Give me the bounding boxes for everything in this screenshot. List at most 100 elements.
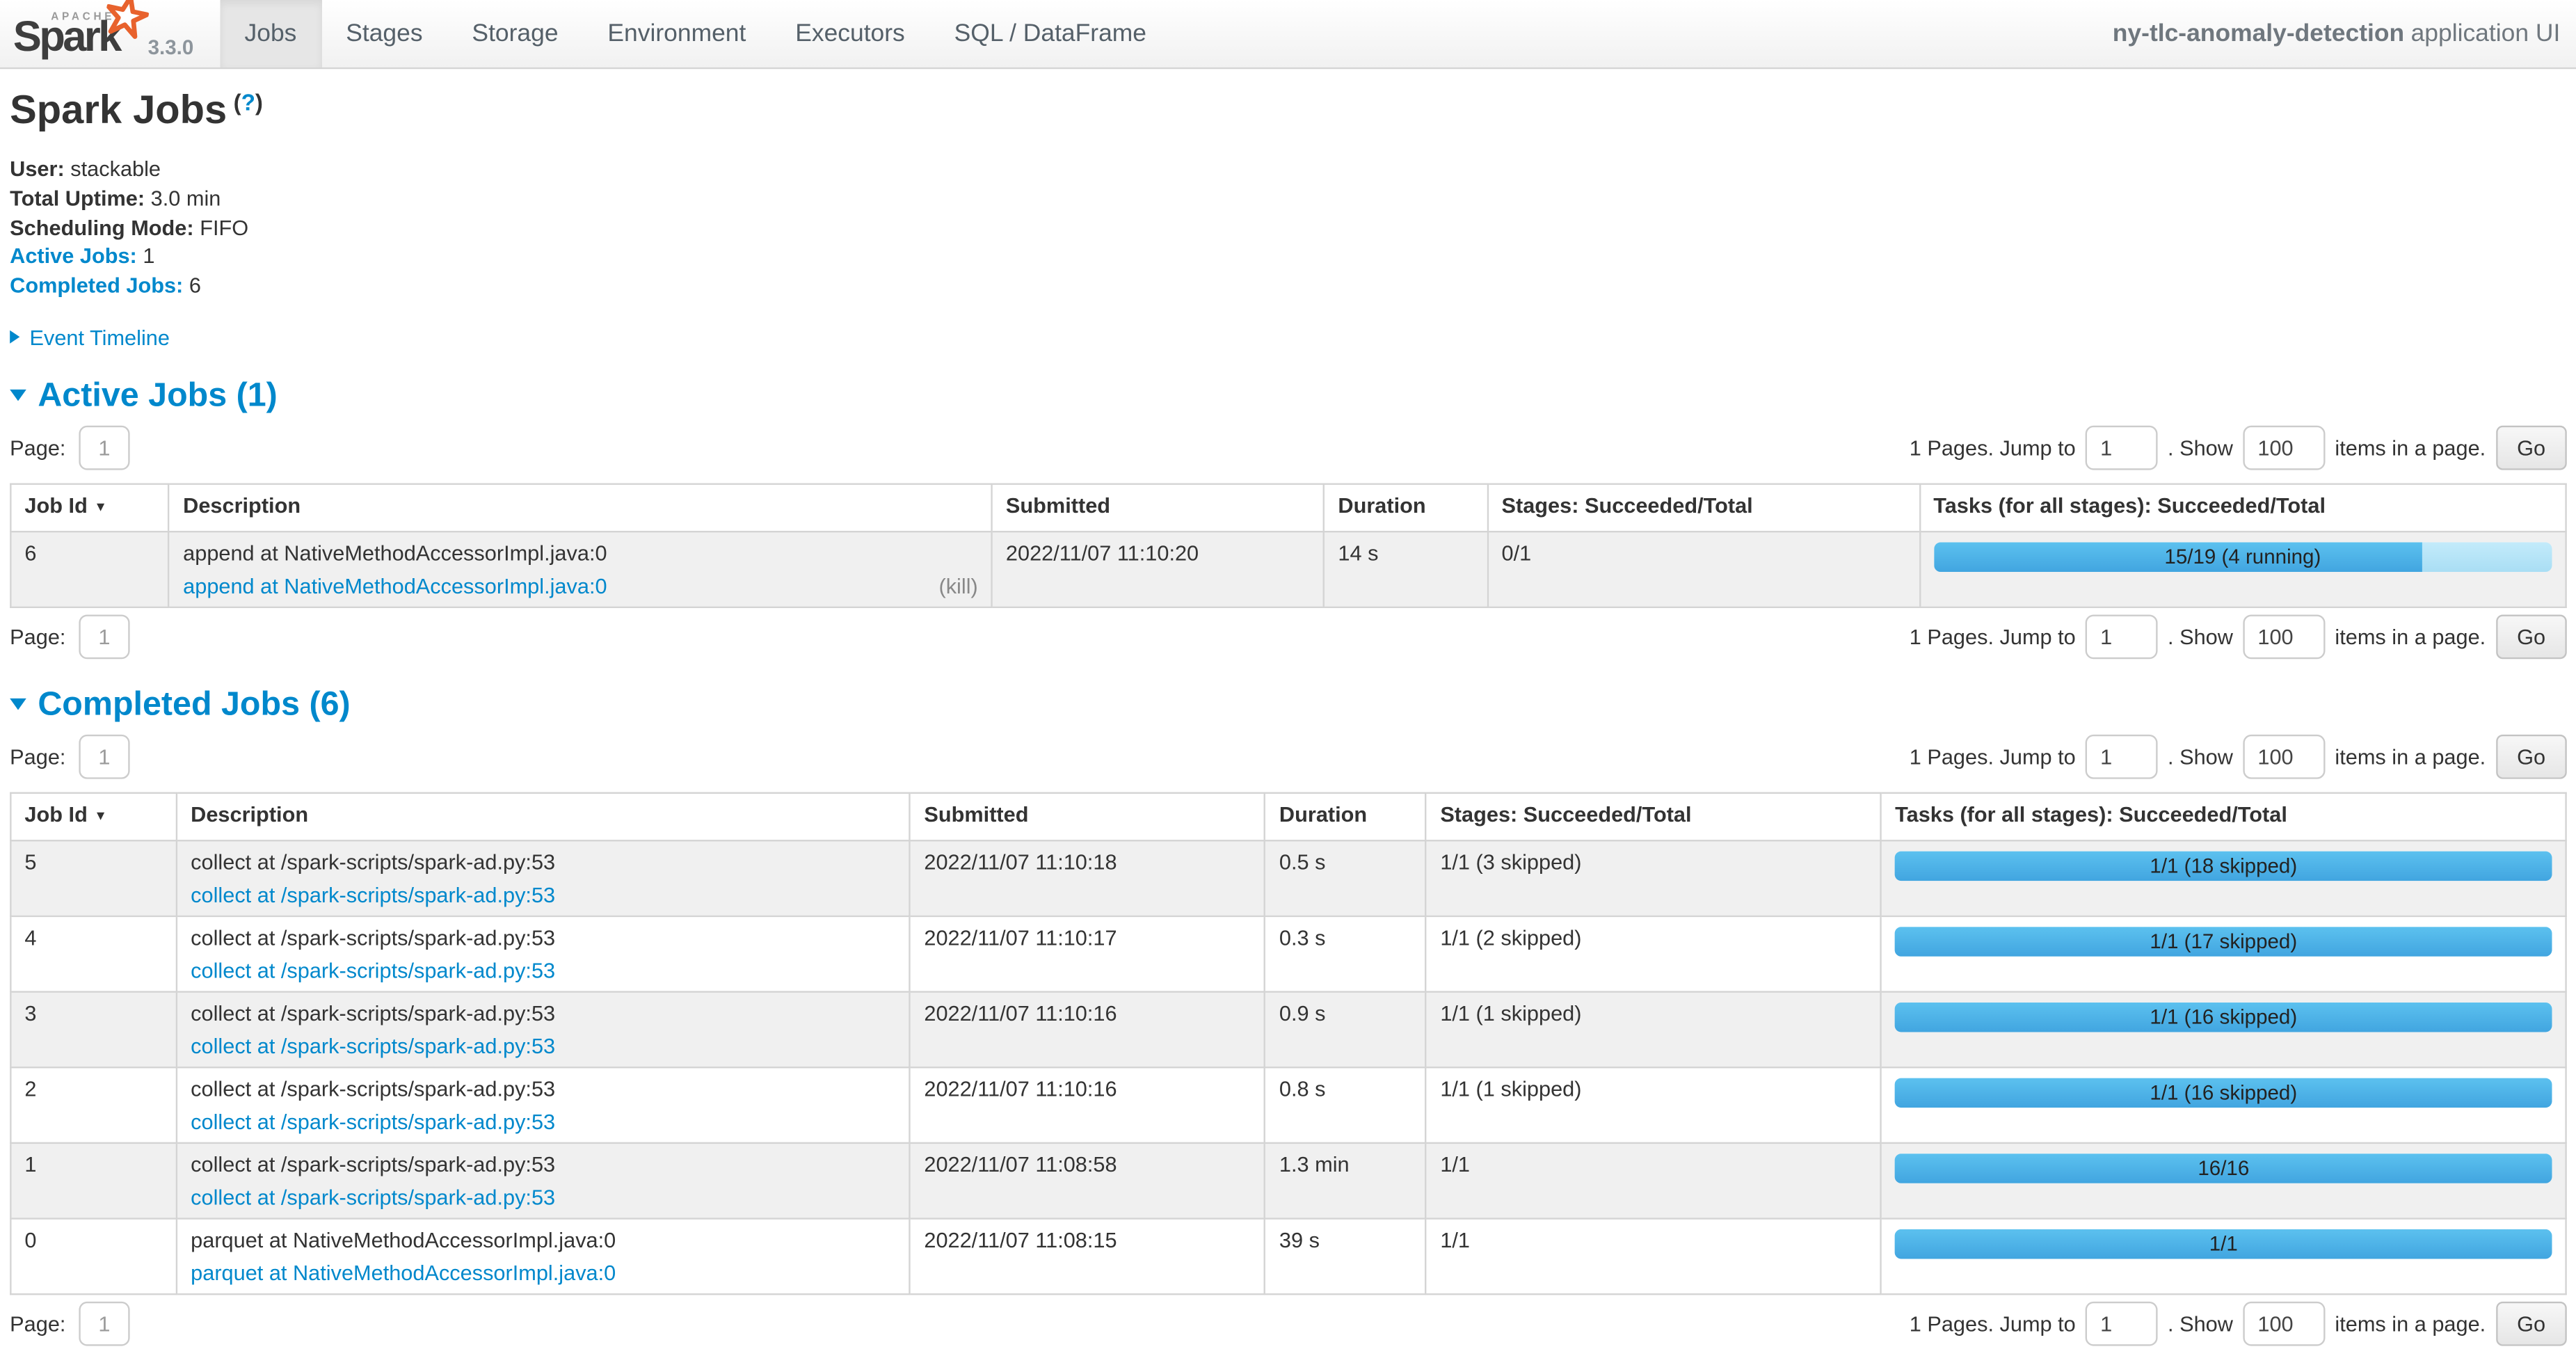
items-per-page-input[interactable]	[2243, 735, 2325, 779]
col-stages[interactable]: Stages: Succeeded/Total	[1487, 484, 1919, 532]
show-text: . Show	[2168, 744, 2233, 769]
job-detail-link[interactable]: collect at /spark-scripts/spark-ad.py:53	[191, 1109, 555, 1133]
active-jobs-section-header[interactable]: Active Jobs (1)	[10, 376, 2567, 416]
submitted-cell: 2022/11/07 11:10:16	[910, 992, 1265, 1068]
description-cell: collect at /spark-scripts/spark-ad.py:53…	[177, 992, 910, 1068]
active-jobs-link[interactable]: Active Jobs:	[10, 244, 137, 269]
kill-link[interactable]: (kill)	[938, 573, 977, 598]
application-name: ny-tlc-anomaly-detection	[2113, 19, 2404, 47]
page-number-input[interactable]	[79, 1302, 129, 1346]
completed-jobs-line: Completed Jobs: 6	[10, 271, 2567, 301]
col-job-id[interactable]: Job Id▼	[10, 793, 177, 841]
go-button[interactable]: Go	[2495, 426, 2566, 470]
duration-cell: 0.9 s	[1265, 992, 1426, 1068]
col-submitted[interactable]: Submitted	[910, 793, 1265, 841]
jump-to-page-input[interactable]	[2086, 426, 2158, 470]
summary-info: User: stackable Total Uptime: 3.0 min Sc…	[10, 154, 2567, 301]
pages-count-text: 1 Pages. Jump to	[1910, 436, 2076, 460]
completed-jobs-link[interactable]: Completed Jobs:	[10, 273, 183, 298]
submitted-cell: 2022/11/07 11:10:18	[910, 840, 1265, 916]
job-detail-link[interactable]: parquet at NativeMethodAccessorImpl.java…	[191, 1261, 616, 1285]
tab-environment[interactable]: Environment	[583, 0, 771, 67]
jump-to-page-input[interactable]	[2086, 735, 2158, 779]
tab-sql-dataframe[interactable]: SQL / DataFrame	[929, 0, 1171, 67]
submitted-cell: 2022/11/07 11:08:58	[910, 1143, 1265, 1219]
go-button[interactable]: Go	[2495, 614, 2566, 659]
table-row: 2 collect at /spark-scripts/spark-ad.py:…	[10, 1067, 2566, 1143]
stages-cell: 1/1	[1426, 1143, 1881, 1219]
jump-to-page-input[interactable]	[2086, 614, 2158, 659]
tab-jobs[interactable]: Jobs	[220, 0, 321, 67]
items-per-page-input[interactable]	[2243, 426, 2325, 470]
event-timeline-toggle[interactable]: Event Timeline	[10, 326, 2567, 350]
job-detail-link[interactable]: collect at /spark-scripts/spark-ad.py:53	[191, 958, 555, 982]
submitted-cell: 2022/11/07 11:10:17	[910, 916, 1265, 992]
go-button[interactable]: Go	[2495, 735, 2566, 779]
page-number-input[interactable]	[79, 735, 129, 779]
description-cell: collect at /spark-scripts/spark-ad.py:53…	[177, 1067, 910, 1143]
items-per-page-input[interactable]	[2243, 1302, 2325, 1346]
job-detail-link[interactable]: collect at /spark-scripts/spark-ad.py:53	[191, 1185, 555, 1209]
completed-jobs-section-header[interactable]: Completed Jobs (6)	[10, 685, 2567, 725]
col-duration[interactable]: Duration	[1265, 793, 1426, 841]
spark-logo[interactable]: APACHE Spark	[0, 0, 141, 67]
description-cell: collect at /spark-scripts/spark-ad.py:53…	[177, 1143, 910, 1219]
job-description: append at NativeMethodAccessorImpl.java:…	[183, 541, 978, 565]
col-description[interactable]: Description	[177, 793, 910, 841]
pagination-controls: 1 Pages. Jump to . Show items in a page.…	[1910, 1302, 2567, 1346]
tasks-cell: 1/1 (16 skipped)	[1881, 992, 2566, 1068]
col-submitted[interactable]: Submitted	[992, 484, 1324, 532]
tab-storage[interactable]: Storage	[447, 0, 583, 67]
duration-cell: 14 s	[1324, 532, 1487, 607]
job-id-cell: 4	[10, 916, 177, 992]
task-progress-bar: 1/1 (16 skipped)	[1895, 1003, 2552, 1032]
page-number-input[interactable]	[79, 614, 129, 659]
progress-label: 1/1 (16 skipped)	[1895, 1003, 2552, 1032]
job-description: collect at /spark-scripts/spark-ad.py:53	[191, 849, 896, 874]
stages-cell: 1/1 (1 skipped)	[1426, 1067, 1881, 1143]
help-question-icon[interactable]: ?	[241, 89, 255, 115]
show-text: . Show	[2168, 436, 2233, 460]
pagination-controls: 1 Pages. Jump to . Show items in a page.…	[1910, 426, 2567, 470]
duration-cell: 0.8 s	[1265, 1067, 1426, 1143]
table-row: 6 append at NativeMethodAccessorImpl.jav…	[10, 532, 2566, 607]
show-text: . Show	[2168, 625, 2233, 649]
pages-count-text: 1 Pages. Jump to	[1910, 1311, 2076, 1336]
col-duration[interactable]: Duration	[1324, 484, 1487, 532]
submitted-cell: 2022/11/07 11:10:16	[910, 1067, 1265, 1143]
help-link: (?)	[234, 89, 263, 115]
tasks-cell: 1/1 (17 skipped)	[1881, 916, 2566, 992]
items-text: items in a page.	[2335, 625, 2486, 649]
job-description: parquet at NativeMethodAccessorImpl.java…	[191, 1228, 896, 1252]
col-job-id[interactable]: Job Id▼	[10, 484, 169, 532]
job-detail-link[interactable]: append at NativeMethodAccessorImpl.java:…	[183, 573, 607, 598]
col-description[interactable]: Description	[169, 484, 992, 532]
tab-stages[interactable]: Stages	[321, 0, 447, 67]
col-tasks[interactable]: Tasks (for all stages): Succeeded/Total	[1881, 793, 2566, 841]
job-detail-link[interactable]: collect at /spark-scripts/spark-ad.py:53	[191, 882, 555, 907]
task-progress-bar: 1/1 (18 skipped)	[1895, 852, 2552, 881]
completed-jobs-table: Job Id▼ Description Submitted Duration S…	[10, 792, 2567, 1295]
description-cell: collect at /spark-scripts/spark-ad.py:53…	[177, 916, 910, 992]
application-title: ny-tlc-anomaly-detectionapplication UI	[2113, 19, 2576, 47]
items-text: items in a page.	[2335, 436, 2486, 460]
page-number-input[interactable]	[79, 426, 129, 470]
col-stages[interactable]: Stages: Succeeded/Total	[1426, 793, 1881, 841]
job-description: collect at /spark-scripts/spark-ad.py:53	[191, 1152, 896, 1176]
active-jobs-table: Job Id▼ Description Submitted Duration S…	[10, 483, 2567, 608]
jump-to-page-input[interactable]	[2086, 1302, 2158, 1346]
tasks-cell: 1/1 (18 skipped)	[1881, 840, 2566, 916]
go-button[interactable]: Go	[2495, 1302, 2566, 1346]
tab-executors[interactable]: Executors	[771, 0, 929, 67]
progress-label: 1/1 (16 skipped)	[1895, 1078, 2552, 1108]
pagination-bar: Page: 1 Pages. Jump to . Show items in a…	[10, 614, 2567, 659]
col-tasks[interactable]: Tasks (for all stages): Succeeded/Total	[1919, 484, 2566, 532]
submitted-cell: 2022/11/07 11:10:20	[992, 532, 1324, 607]
tasks-cell: 1/1 (16 skipped)	[1881, 1067, 2566, 1143]
job-id-cell: 2	[10, 1067, 177, 1143]
job-detail-link[interactable]: collect at /spark-scripts/spark-ad.py:53	[191, 1034, 555, 1058]
stages-cell: 1/1 (2 skipped)	[1426, 916, 1881, 992]
items-per-page-input[interactable]	[2243, 614, 2325, 659]
stages-cell: 1/1	[1426, 1219, 1881, 1295]
job-description: collect at /spark-scripts/spark-ad.py:53	[191, 1001, 896, 1025]
